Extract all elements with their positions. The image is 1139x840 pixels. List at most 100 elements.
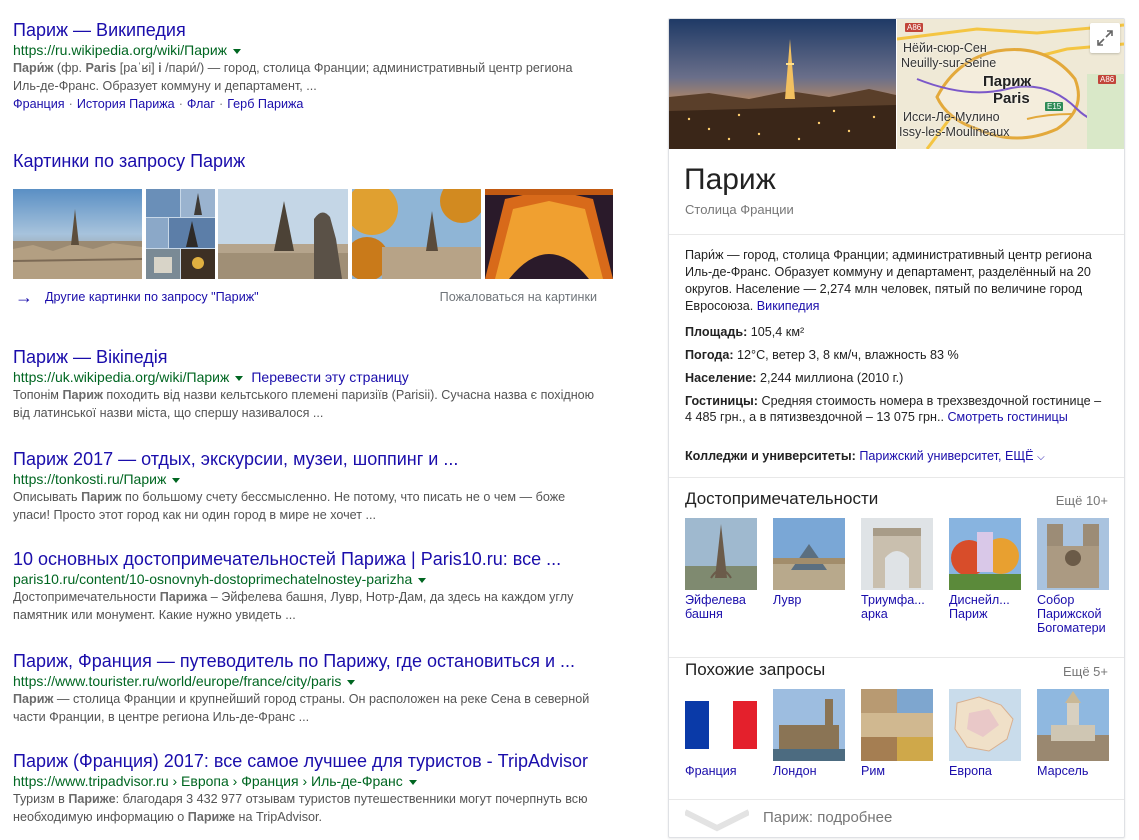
related-card[interactable]: Марсель <box>1037 689 1111 778</box>
road-shield: E15 <box>1045 102 1064 111</box>
result-title-link[interactable]: Париж (Франция) 2017: все самое лучшее д… <box>13 750 613 772</box>
chevron-down-icon[interactable] <box>685 808 749 832</box>
more-about-link[interactable]: Париж: подробнее <box>763 809 892 826</box>
snippet-text: [paˈʁi] <box>116 61 159 75</box>
fact-area: Площадь: 105,4 км² <box>685 324 1110 340</box>
divider <box>669 657 1124 658</box>
wikipedia-link[interactable]: Википедия <box>757 299 820 313</box>
related-name: Франция <box>685 764 737 778</box>
snippet-keyword: Париж <box>62 388 103 402</box>
fact-hotels: Гостиницы: Средняя стоимость номера в тр… <box>685 393 1110 425</box>
expand-map-button[interactable] <box>1090 23 1120 53</box>
result-title-link[interactable]: Париж 2017 — отдых, экскурсии, музеи, шо… <box>13 448 613 470</box>
separator-dot: · <box>68 97 73 111</box>
image-thumbnail[interactable] <box>485 189 613 279</box>
sitelink[interactable]: Франция <box>13 97 65 111</box>
fact-value: 12°C, ветер З, 8 км/ч, влажность 83 % <box>737 348 959 362</box>
map-label: Париж <box>983 73 1032 90</box>
attraction-card[interactable]: Эйфелева башня <box>685 518 759 621</box>
attractions-more-link[interactable]: Ещё 10+ <box>1056 493 1108 508</box>
attraction-name: Эйфелева башня <box>685 593 746 621</box>
map-label: Neuilly-sur-Seine <box>901 56 997 70</box>
result-title-link[interactable]: Париж — Википедия <box>13 19 613 41</box>
more-images-link[interactable]: Другие картинки по запросу "Париж" <box>45 290 259 304</box>
image-thumbnail[interactable] <box>13 189 142 279</box>
map-label: Issy-les-Moulineaux <box>899 125 1010 139</box>
sitelink[interactable]: Флаг <box>187 97 215 111</box>
snippet-text: походить від назви кельтського племені п… <box>102 388 595 402</box>
attraction-image <box>685 518 757 590</box>
related-name: Марсель <box>1037 764 1089 778</box>
snippet-keyword: Париже <box>187 810 236 824</box>
result-url-text: https://www.tripadvisor.ru › Европа › Фр… <box>13 773 403 789</box>
description-text: Пари́ж — город, столица Франции; админис… <box>685 248 1092 313</box>
related-card[interactable]: Лондон <box>773 689 847 778</box>
image-thumbnail[interactable] <box>146 189 215 279</box>
attraction-name: Триумфа... арка <box>861 593 925 621</box>
arrow-right-icon[interactable]: → <box>15 288 33 306</box>
knowledge-panel: A86 A86 E15 Нёйи-сюр-Сен Neuilly-sur-Sei… <box>668 18 1125 838</box>
dropdown-caret-icon[interactable] <box>172 477 181 483</box>
snippet-text: упаси! Просто этот город как ни один гор… <box>13 508 376 522</box>
result-title-link[interactable]: Париж — Вікіпедія <box>13 346 613 368</box>
related-image <box>1037 689 1109 761</box>
attraction-card[interactable]: Триумфа... арка <box>861 518 935 621</box>
attraction-card[interactable]: Лувр <box>773 518 847 607</box>
result-url-text: https://tonkosti.ru/Париж <box>13 471 167 487</box>
snippet-text: від латинської назви міста, що спершу на… <box>13 406 324 420</box>
result-url: https://www.tripadvisor.ru › Европа › Фр… <box>13 772 613 790</box>
snippet-text: по большому счету бессмысленно. Не потом… <box>121 490 566 504</box>
result-url: paris10.ru/content/10-osnovnyh-dostoprim… <box>13 570 613 588</box>
dropdown-caret-icon[interactable] <box>347 679 356 685</box>
result-url-text: paris10.ru/content/10-osnovnyh-dostoprim… <box>13 571 413 587</box>
attractions-heading: Достопримечательности <box>685 489 879 508</box>
snippet-keyword: Париж <box>13 692 54 706</box>
colleges-link[interactable]: Парижский университет, ЕЩЁ <box>859 449 1033 463</box>
related-card[interactable]: Европа <box>949 689 1023 778</box>
related-more-link[interactable]: Ещё 5+ <box>1063 664 1108 679</box>
fact-label: Гостиницы: <box>685 394 758 408</box>
search-result: Париж, Франция — путеводитель по Парижу,… <box>13 650 613 726</box>
city-map[interactable]: A86 A86 E15 Нёйи-сюр-Сен Neuilly-sur-Sei… <box>897 19 1124 149</box>
dropdown-caret-icon[interactable] <box>408 779 417 785</box>
result-snippet: Туризм в Париже: благодаря 3 432 977 отз… <box>13 790 613 826</box>
result-title-link[interactable]: 10 основных достопримечательностей Париж… <box>13 548 613 570</box>
sitelink[interactable]: История Парижа <box>77 97 175 111</box>
dropdown-caret-icon[interactable] <box>418 577 427 583</box>
snippet-text: (фр. <box>53 61 86 75</box>
report-images-link[interactable]: Пожаловаться на картинки <box>440 290 597 304</box>
related-card[interactable]: Рим <box>861 689 935 778</box>
snippet-text: – Эйфелева башня, Лувр, Нотр-Дам, да зде… <box>207 590 574 604</box>
snippet-text: : благодаря 3 432 977 отзывам туристов п… <box>115 792 588 806</box>
attraction-card[interactable]: Диснейл... Париж <box>949 518 1023 621</box>
related-card[interactable]: Франция <box>685 689 759 778</box>
related-image <box>861 689 933 761</box>
france-flag-icon <box>685 689 757 761</box>
result-url: https://uk.wikipedia.org/wiki/Париж Перев… <box>13 368 613 386</box>
chevron-down-icon[interactable]: ⌵ <box>1037 452 1045 463</box>
attraction-name: Собор Парижской Богоматери <box>1037 593 1106 635</box>
images-heading-link[interactable]: Картинки по запросу Париж <box>13 151 245 172</box>
view-hotels-link[interactable]: Смотреть гостиницы <box>947 410 1067 424</box>
result-title-link[interactable]: Париж, Франция — путеводитель по Парижу,… <box>13 650 613 672</box>
image-thumbnail[interactable] <box>218 189 348 279</box>
panel-footer: Париж: подробнее <box>669 799 1124 837</box>
separator-dot: · <box>219 97 224 111</box>
image-thumbnail[interactable] <box>352 189 481 279</box>
search-result: Париж — Википедия https://ru.wikipedia.o… <box>13 19 613 113</box>
attraction-image <box>861 518 933 590</box>
attraction-card[interactable]: Собор Парижской Богоматери <box>1037 518 1111 635</box>
translate-page-link[interactable]: Перевести эту страницу <box>251 369 408 385</box>
fact-weather: Погода: 12°C, ветер З, 8 км/ч, влажность… <box>685 347 1110 363</box>
dropdown-caret-icon[interactable] <box>233 48 241 54</box>
divider <box>669 234 1124 235</box>
snippet-text: на TripAdvisor. <box>235 810 323 824</box>
dropdown-caret-icon[interactable] <box>235 375 244 381</box>
result-snippet: Описывать Париж по большому счету бессмы… <box>13 488 613 524</box>
search-result: 10 основных достопримечательностей Париж… <box>13 548 613 624</box>
city-photo[interactable] <box>669 19 896 149</box>
snippet-text: необходимую информацию о <box>13 810 188 824</box>
snippet-keyword: Париже <box>68 792 116 806</box>
sitelink[interactable]: Герб Парижа <box>227 97 303 111</box>
map-label: Paris <box>993 90 1030 107</box>
